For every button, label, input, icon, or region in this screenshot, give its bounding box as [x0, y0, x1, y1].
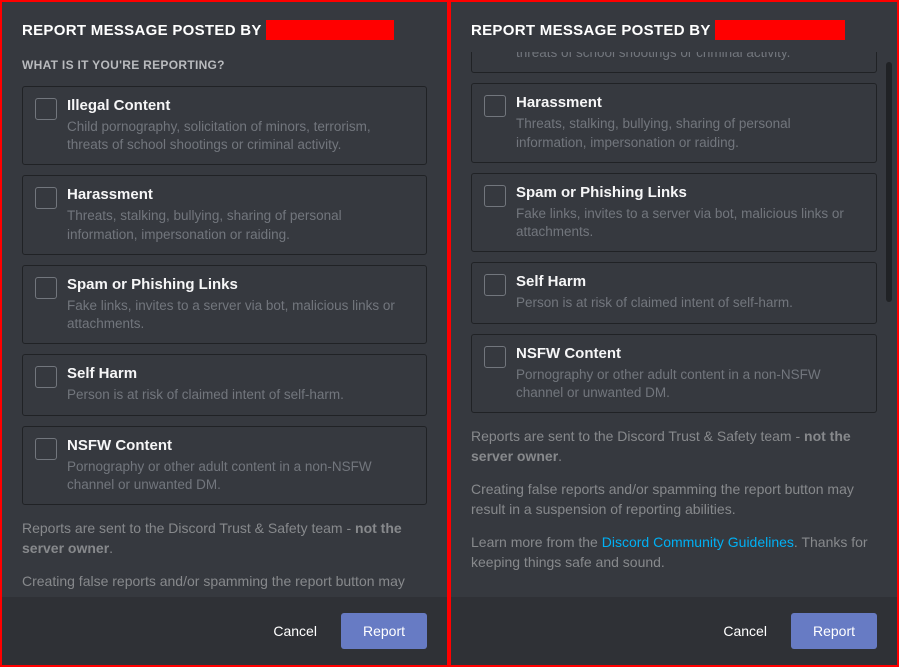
option-desc: Person is at risk of claimed intent of s…: [67, 386, 414, 404]
cancel-button[interactable]: Cancel: [723, 623, 767, 639]
option-self-harm[interactable]: Self Harm Person is at risk of claimed i…: [471, 262, 877, 323]
option-title: NSFW Content: [516, 345, 864, 362]
info-trust-safety: Reports are sent to the Discord Trust & …: [22, 519, 427, 558]
option-desc: Pornography or other adult content in a …: [516, 366, 864, 402]
checkbox-icon[interactable]: [35, 98, 57, 120]
report-button[interactable]: Report: [791, 613, 877, 649]
dialog-footer: Cancel Report: [451, 597, 897, 665]
checkbox-icon[interactable]: [484, 95, 506, 117]
option-title: Illegal Content: [67, 97, 414, 114]
dialog-title: REPORT MESSAGE POSTED BY: [471, 22, 711, 39]
option-title: Harassment: [67, 186, 414, 203]
option-illegal-content[interactable]: Illegal Content Child pornography, solic…: [471, 52, 877, 73]
checkbox-icon[interactable]: [35, 277, 57, 299]
report-dialog-right: REPORT MESSAGE POSTED BY Illegal Content…: [449, 0, 899, 667]
option-nsfw-content[interactable]: NSFW Content Pornography or other adult …: [22, 426, 427, 505]
username-redacted: [715, 20, 845, 40]
info-guidelines: Learn more from the Discord Community Gu…: [471, 533, 877, 572]
report-dialog-left: REPORT MESSAGE POSTED BY WHAT IS IT YOU'…: [0, 0, 449, 667]
guidelines-link[interactable]: Discord Community Guidelines: [602, 534, 794, 550]
checkbox-icon[interactable]: [35, 187, 57, 209]
cancel-button[interactable]: Cancel: [273, 623, 317, 639]
scrollbar[interactable]: [886, 62, 892, 302]
info-false-reports: Creating false reports and/or spamming t…: [22, 572, 427, 592]
info-false-reports: Creating false reports and/or spamming t…: [471, 480, 877, 519]
option-title: Harassment: [516, 94, 864, 111]
checkbox-icon[interactable]: [35, 366, 57, 388]
username-redacted: [266, 20, 394, 40]
option-spam-phishing[interactable]: Spam or Phishing Links Fake links, invit…: [22, 265, 427, 344]
option-desc: Person is at risk of claimed intent of s…: [516, 294, 864, 312]
dialog-content: Illegal Content Child pornography, solic…: [451, 52, 897, 597]
option-title: NSFW Content: [67, 437, 414, 454]
dialog-content: WHAT IS IT YOU'RE REPORTING? Illegal Con…: [2, 52, 447, 597]
option-nsfw-content[interactable]: NSFW Content Pornography or other adult …: [471, 334, 877, 413]
option-title: Self Harm: [516, 273, 864, 290]
option-harassment[interactable]: Harassment Threats, stalking, bullying, …: [471, 83, 877, 162]
option-title: Self Harm: [67, 365, 414, 382]
option-desc: Threats, stalking, bullying, sharing of …: [67, 207, 414, 243]
option-desc: Pornography or other adult content in a …: [67, 458, 414, 494]
option-title: Spam or Phishing Links: [516, 184, 864, 201]
option-desc: Fake links, invites to a server via bot,…: [516, 205, 864, 241]
checkbox-icon[interactable]: [35, 438, 57, 460]
checkbox-icon[interactable]: [484, 185, 506, 207]
option-desc: Fake links, invites to a server via bot,…: [67, 297, 414, 333]
option-desc: Child pornography, solicitation of minor…: [67, 118, 414, 154]
dialog-title: REPORT MESSAGE POSTED BY: [22, 22, 262, 39]
checkbox-icon[interactable]: [484, 274, 506, 296]
section-subhead: WHAT IS IT YOU'RE REPORTING?: [22, 58, 427, 72]
option-title: Spam or Phishing Links: [67, 276, 414, 293]
dialog-header: REPORT MESSAGE POSTED BY: [451, 2, 897, 52]
option-illegal-content[interactable]: Illegal Content Child pornography, solic…: [22, 86, 427, 165]
option-self-harm[interactable]: Self Harm Person is at risk of claimed i…: [22, 354, 427, 415]
dialog-header: REPORT MESSAGE POSTED BY: [2, 2, 447, 52]
option-spam-phishing[interactable]: Spam or Phishing Links Fake links, invit…: [471, 173, 877, 252]
checkbox-icon[interactable]: [484, 346, 506, 368]
option-desc: Child pornography, solicitation of minor…: [516, 52, 864, 62]
option-harassment[interactable]: Harassment Threats, stalking, bullying, …: [22, 175, 427, 254]
info-trust-safety: Reports are sent to the Discord Trust & …: [471, 427, 877, 466]
option-desc: Threats, stalking, bullying, sharing of …: [516, 115, 864, 151]
report-button[interactable]: Report: [341, 613, 427, 649]
dialog-footer: Cancel Report: [2, 597, 447, 665]
